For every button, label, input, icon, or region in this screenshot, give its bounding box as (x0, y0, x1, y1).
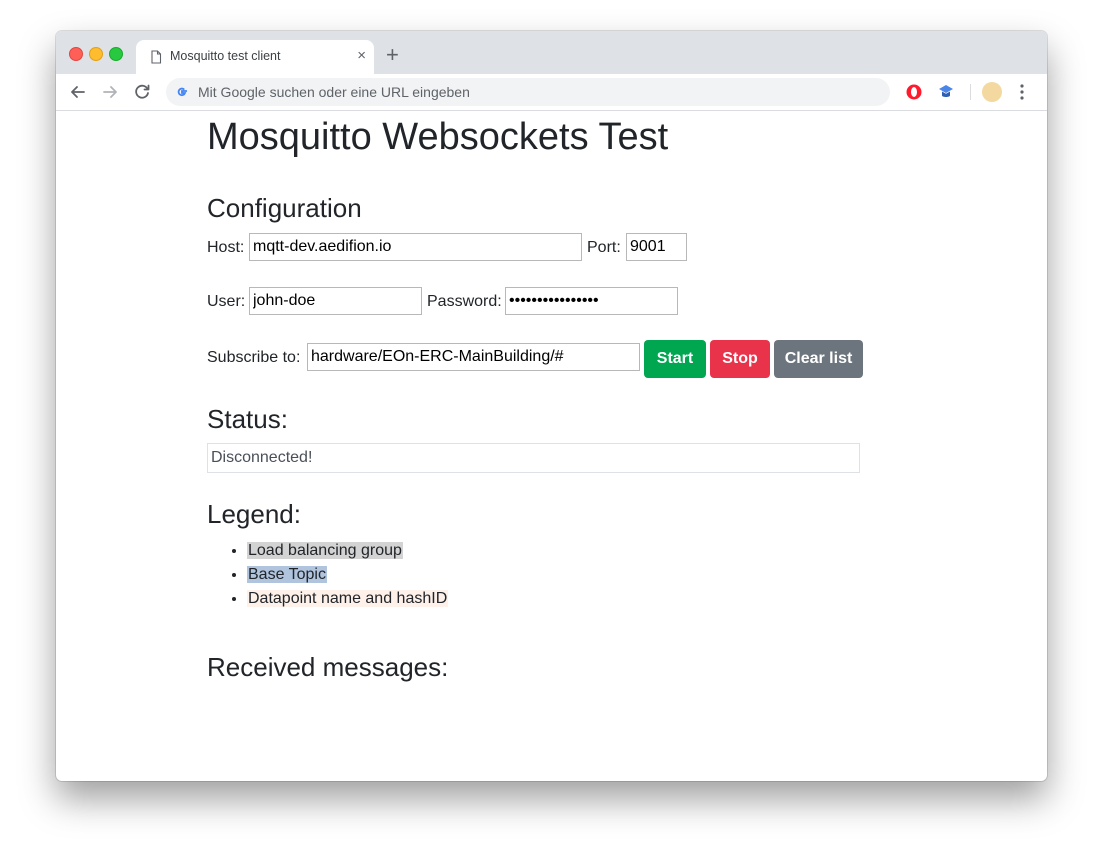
reload-icon[interactable] (131, 81, 153, 103)
google-icon (177, 87, 187, 97)
minimize-window-button[interactable] (89, 47, 103, 61)
close-window-button[interactable] (69, 47, 83, 61)
host-input[interactable] (249, 233, 582, 261)
tab-mosquitto-test-client[interactable]: Mosquitto test client × (136, 40, 374, 74)
address-bar-placeholder: Mit Google suchen oder eine URL eingeben (198, 84, 470, 100)
legend-label-datapoint: Datapoint name and hashID (247, 590, 449, 607)
legend-label-load-balancing: Load balancing group (247, 542, 403, 559)
clear-list-button[interactable]: Clear list (774, 340, 863, 378)
legend-heading: Legend: (207, 499, 301, 529)
legend-label-base-topic: Base Topic (247, 566, 327, 583)
new-tab-button[interactable]: + (386, 44, 399, 66)
extension-icon[interactable] (936, 82, 956, 102)
tab-strip: Mosquitto test client × + (56, 31, 1047, 74)
legend-list: Load balancing group Base Topic Datapoin… (207, 539, 449, 611)
opera-icon[interactable] (904, 82, 924, 102)
maximize-window-button[interactable] (109, 47, 123, 61)
status-box: Disconnected! (207, 443, 860, 473)
start-button[interactable]: Start (644, 340, 706, 378)
browser-toolbar: Mit Google suchen oder eine URL eingeben (56, 74, 1047, 111)
forward-icon[interactable] (99, 81, 121, 103)
host-label: Host: (207, 239, 245, 256)
tab-title: Mosquitto test client (170, 49, 281, 63)
page-content: Mosquitto Websockets Test Configuration … (56, 111, 1047, 781)
legend-item: Base Topic (247, 563, 448, 587)
profile-avatar[interactable] (982, 82, 1002, 102)
status-heading: Status: (207, 404, 288, 434)
stop-button[interactable]: Stop (710, 340, 770, 378)
user-label: User: (207, 293, 246, 310)
page-title: Mosquitto Websockets Test (207, 116, 669, 158)
port-label: Port: (587, 239, 621, 256)
configuration-heading: Configuration (207, 193, 362, 223)
tab-close-icon[interactable]: × (357, 48, 366, 64)
legend-item: Load balancing group (247, 539, 448, 563)
toolbar-separator (970, 84, 971, 100)
password-input[interactable] (505, 287, 678, 315)
menu-icon[interactable] (1019, 83, 1025, 101)
received-messages-heading: Received messages: (207, 652, 449, 682)
address-bar[interactable]: Mit Google suchen oder eine URL eingeben (166, 78, 890, 106)
legend-item: Datapoint name and hashID (247, 587, 449, 611)
page-icon (151, 50, 162, 64)
port-input[interactable] (626, 233, 687, 261)
subscribe-label: Subscribe to: (207, 349, 301, 366)
user-input[interactable] (249, 287, 422, 315)
password-label: Password: (427, 293, 502, 310)
back-icon[interactable] (67, 81, 89, 103)
subscribe-input[interactable] (307, 343, 640, 371)
browser-window: Mosquitto test client × + Mit Google suc… (56, 31, 1047, 781)
